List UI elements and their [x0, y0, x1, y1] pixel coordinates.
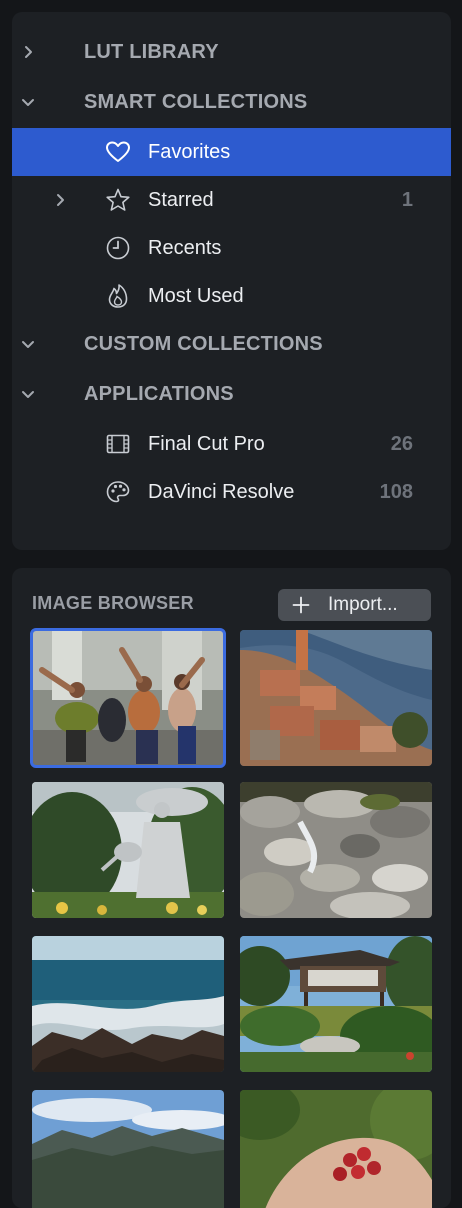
section-label: SMART COLLECTIONS: [84, 90, 308, 113]
thumbnail-hillside-village[interactable]: [240, 630, 432, 766]
plus-icon: [292, 596, 310, 614]
palette-icon: [104, 478, 132, 506]
section-label: APPLICATIONS: [84, 382, 234, 405]
sidebar-item-final-cut-pro[interactable]: Final Cut Pro 26: [12, 422, 451, 466]
thumbnail-japanese-pavilion[interactable]: [240, 936, 432, 1072]
thumbnail-mountains-sky[interactable]: [32, 1090, 224, 1208]
sidebar-item-label: Favorites: [148, 140, 231, 163]
collections-sidebar: LUT LIBRARY SMART COLLECTIONS Favorites …: [12, 12, 451, 550]
sidebar-item-most-used[interactable]: Most Used: [12, 274, 451, 318]
flame-icon: [104, 282, 132, 310]
import-button[interactable]: Import...: [278, 589, 431, 621]
item-count: 108: [379, 480, 413, 503]
sidebar-item-label: DaVinci Resolve: [148, 480, 295, 503]
thumbnail-rocky-stream[interactable]: [240, 782, 432, 918]
sidebar-item-label: Recents: [148, 236, 222, 259]
chevron-down-icon[interactable]: [16, 332, 40, 356]
clock-icon: [104, 234, 132, 262]
image-browser-panel: IMAGE BROWSER Import...: [12, 568, 451, 1208]
thumbnail-berries-in-hand[interactable]: [240, 1090, 432, 1208]
sidebar-item-davinci-resolve[interactable]: DaVinci Resolve 108: [12, 470, 451, 514]
thumbnail-sea-rocks[interactable]: [32, 936, 224, 1072]
section-lut-library[interactable]: LUT LIBRARY: [12, 30, 451, 74]
section-applications[interactable]: APPLICATIONS: [12, 372, 451, 416]
browser-title: IMAGE BROWSER: [32, 593, 194, 613]
section-label: LUT LIBRARY: [84, 40, 219, 63]
chevron-right-icon[interactable]: [16, 40, 40, 64]
thumbnail-dancers[interactable]: [30, 628, 226, 768]
film-icon: [104, 430, 132, 458]
item-count: 26: [390, 432, 413, 455]
sidebar-item-label: Most Used: [148, 284, 244, 307]
import-label: Import...: [328, 594, 398, 615]
sidebar-item-label: Final Cut Pro: [148, 432, 265, 455]
chevron-down-icon[interactable]: [16, 90, 40, 114]
heart-icon: [104, 138, 132, 166]
thumbnail-statue-garden[interactable]: [32, 782, 224, 918]
item-count: 1: [401, 188, 413, 211]
section-label: CUSTOM COLLECTIONS: [84, 332, 323, 355]
sidebar-item-recents[interactable]: Recents: [12, 226, 451, 270]
section-smart-collections[interactable]: SMART COLLECTIONS: [12, 80, 451, 124]
star-icon: [104, 186, 132, 214]
section-custom-collections[interactable]: CUSTOM COLLECTIONS: [12, 322, 451, 366]
sidebar-item-favorites[interactable]: Favorites: [12, 128, 451, 176]
chevron-down-icon[interactable]: [16, 382, 40, 406]
sidebar-item-label: Starred: [148, 188, 214, 211]
chevron-right-icon[interactable]: [48, 188, 72, 212]
sidebar-item-starred[interactable]: Starred 1: [12, 178, 451, 222]
